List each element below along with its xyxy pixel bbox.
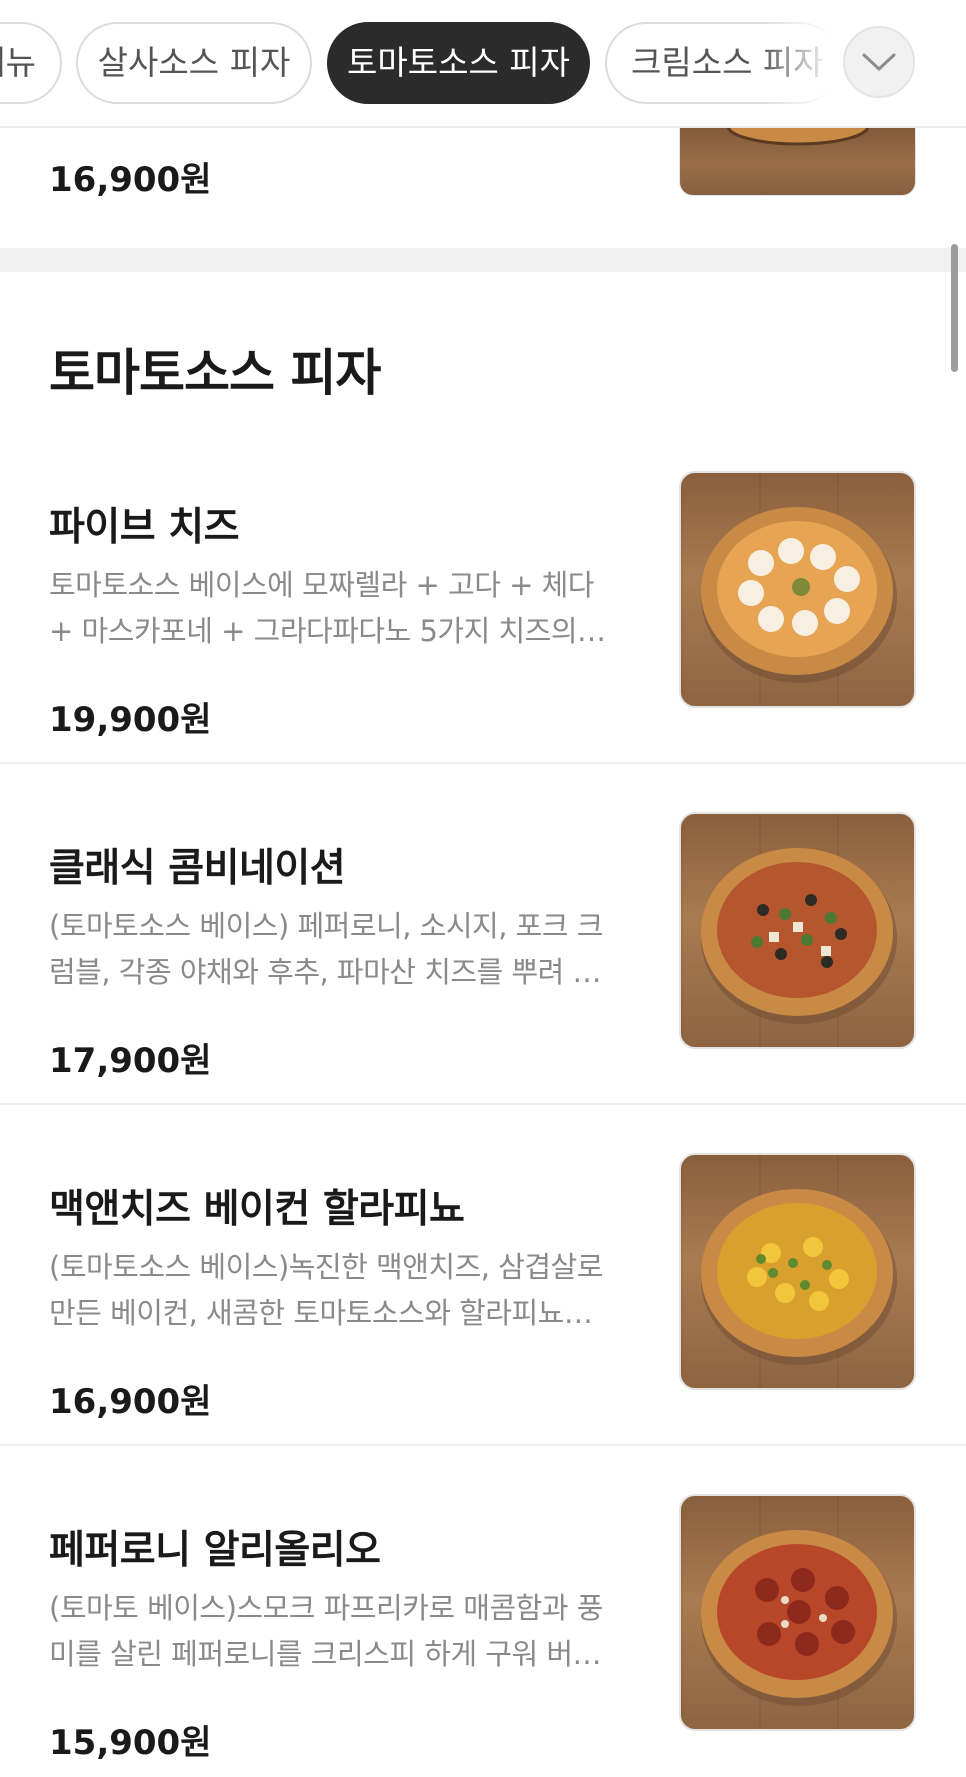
- menu-item-image: [679, 812, 916, 1049]
- menu-item[interactable]: 파이브 치즈 토마토소스 베이스에 모짜렐라 + 고다 + 체다 + 마스카포네…: [0, 471, 966, 836]
- scrollbar[interactable]: [951, 244, 958, 372]
- menu-item-description: (토마토 베이스)스모크 파프리카로 매콤함과 풍미를 살린 페퍼로니를 크리스…: [49, 1591, 603, 1671]
- menu-item[interactable]: 맥앤치즈 베이컨 할라피뇨 (토마토소스 베이스)녹진한 맥앤치즈, 삼겹살로 …: [0, 1153, 966, 1518]
- menu-item-price: 19,900원: [49, 700, 212, 740]
- section-title: 토마토소스 피자: [49, 344, 381, 402]
- menu-item-name: 페퍼로니 알리올리오: [49, 1528, 381, 1573]
- category-chip-label: 토마토소스 피자: [346, 43, 570, 82]
- category-chip-label: 메뉴: [0, 43, 36, 82]
- menu-item-description: 토마토소스 베이스에 모짜렐라 + 고다 + 체다 + 마스카포네 + 그라다파…: [49, 568, 594, 648]
- menu-item-name: 클래식 콤비네이션: [49, 846, 346, 891]
- menu-item-price: 15,900원: [49, 1723, 212, 1763]
- item-divider: [0, 1444, 966, 1446]
- menu-item-image: [679, 471, 916, 708]
- category-chip-tomato-pizza[interactable]: 토마토소스 피자: [327, 22, 590, 104]
- menu-item-price: 17,900원: [49, 1041, 212, 1081]
- menu-item-name: 파이브 치즈: [49, 505, 239, 550]
- item-divider: [0, 1103, 966, 1105]
- menu-item-price: 16,900원: [49, 160, 212, 200]
- category-chip-label: 살사소스 피자: [97, 43, 291, 82]
- item-divider: [0, 762, 966, 764]
- menu-item-image: [679, 1153, 916, 1390]
- menu-item-description: (토마토소스 베이스)녹진한 맥앤치즈, 삼겹살로 만든 베이컨, 새콤한 토마…: [49, 1250, 603, 1330]
- menu-item-image: [679, 1494, 916, 1731]
- menu-page: 메뉴 살사소스 피자 토마토소스 피자 크림소스 피자 16,900원 토마토소…: [0, 0, 966, 1777]
- menu-item[interactable]: 클래식 콤비네이션 (토마토소스 베이스) 페퍼로니, 소시지, 포크 크럼블,…: [0, 812, 966, 1177]
- menu-item-price: 16,900원: [49, 1382, 212, 1422]
- menu-item-image: [679, 118, 916, 196]
- menu-item-name: 맥앤치즈 베이컨 할라피뇨: [49, 1187, 465, 1232]
- menu-item-description: (토마토소스 베이스) 페퍼로니, 소시지, 포크 크럼블, 각종 야채와 후추…: [49, 909, 603, 989]
- category-chip-salsa-pizza[interactable]: 살사소스 피자: [76, 22, 312, 104]
- category-tab-bar: 메뉴 살사소스 피자 토마토소스 피자 크림소스 피자: [0, 0, 966, 128]
- chevron-down-icon: [862, 53, 896, 71]
- expand-categories-button[interactable]: [843, 26, 915, 98]
- section-divider: [0, 248, 966, 272]
- chip-fade-overlay: [760, 18, 850, 108]
- previous-menu-item[interactable]: 16,900원: [0, 118, 966, 248]
- category-chip-menu[interactable]: 메뉴: [0, 22, 62, 104]
- menu-item[interactable]: 페퍼로니 알리올리오 (토마토 베이스)스모크 파프리카로 매콤함과 풍미를 살…: [0, 1494, 966, 1777]
